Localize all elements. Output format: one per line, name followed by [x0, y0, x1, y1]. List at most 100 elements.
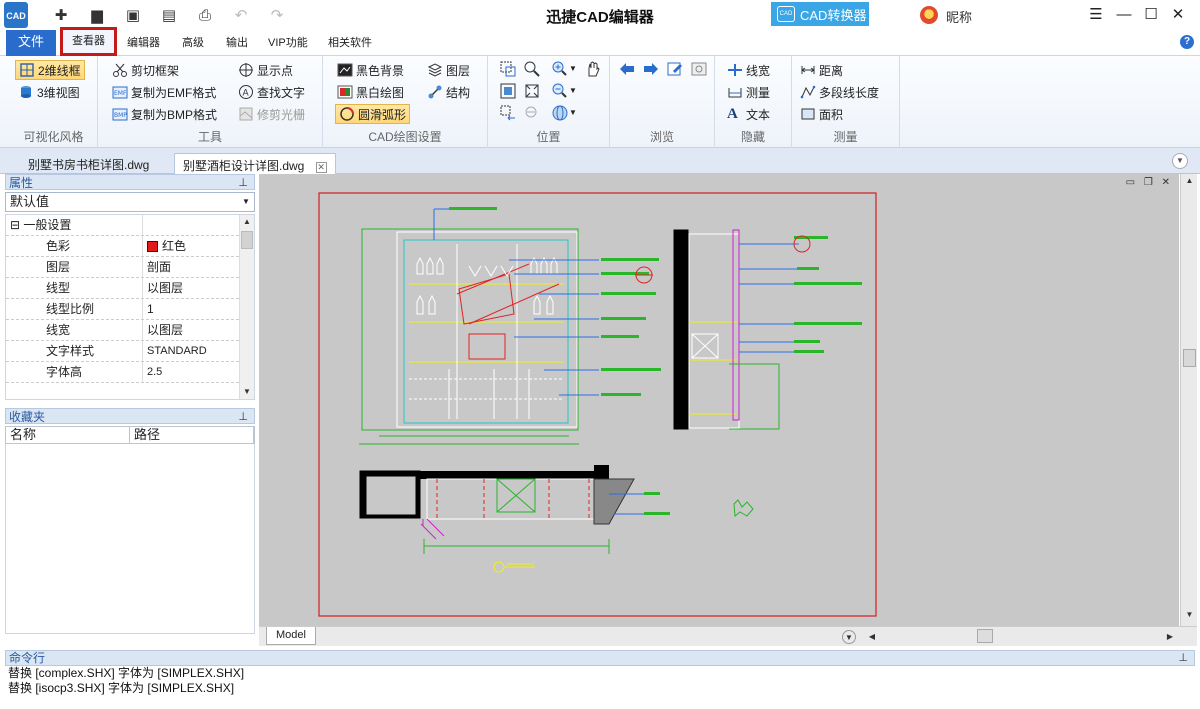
btn-2d-wireframe[interactable]: 2维线框: [15, 60, 85, 80]
undo-icon[interactable]: ↶: [232, 6, 250, 24]
help-icon[interactable]: ?: [1180, 35, 1194, 49]
pin-icon[interactable]: ⊥: [238, 409, 248, 425]
property-row-font-height[interactable]: 字体高 2.5: [6, 362, 254, 383]
btn-layers[interactable]: 图层: [427, 60, 470, 80]
pin-icon[interactable]: ⊥: [238, 175, 248, 191]
btn-copy-emf[interactable]: EMF 复制为EMF格式: [112, 82, 216, 102]
find-text-label: 查找文字: [257, 85, 306, 100]
property-row-color[interactable]: 色彩 红色: [6, 236, 254, 257]
tab-file[interactable]: 文件: [6, 30, 56, 56]
tab-vip[interactable]: VIP功能: [268, 34, 308, 50]
tab-list-dropdown-icon[interactable]: ▼: [1172, 153, 1188, 169]
user-avatar[interactable]: [920, 6, 938, 24]
zoom-out-dropdown-icon[interactable]: ▼: [569, 86, 577, 95]
distance-label: 距离: [819, 63, 844, 78]
btn-trim-raster[interactable]: 修剪光栅: [238, 104, 305, 124]
property-row-lineweight[interactable]: 线宽 以图层: [6, 320, 254, 341]
scroll-left-icon[interactable]: ◀: [865, 630, 879, 644]
scroll-down-icon[interactable]: ▼: [240, 385, 254, 399]
arrow-left-icon[interactable]: [618, 60, 636, 78]
btn-find-text[interactable]: A 查找文字: [238, 82, 305, 102]
tab-model[interactable]: Model: [266, 627, 316, 645]
property-row-layer[interactable]: 图层 剖面: [6, 257, 254, 278]
view-manager-icon[interactable]: [690, 60, 708, 78]
user-name[interactable]: 昵称: [946, 7, 972, 26]
btn-3d-view[interactable]: 3维视图: [18, 82, 80, 102]
tab-advanced[interactable]: 高级: [182, 34, 204, 50]
close-tab-icon[interactable]: ✕: [315, 162, 327, 173]
layout-dropdown-icon[interactable]: ▼: [842, 630, 856, 644]
favorites-list[interactable]: [5, 444, 255, 634]
btn-text[interactable]: A 文本: [727, 104, 770, 124]
btn-line-width[interactable]: 线宽: [727, 60, 770, 80]
tab-related-software[interactable]: 相关软件: [328, 34, 372, 50]
property-row-linetype-scale[interactable]: 线型比例 1: [6, 299, 254, 320]
pan-hand-icon[interactable]: [584, 60, 602, 78]
zoom-search-icon[interactable]: [523, 60, 541, 78]
property-row-linetype[interactable]: 线型 以图层: [6, 278, 254, 299]
favorites-col-name[interactable]: 名称: [6, 427, 130, 443]
arrow-right-icon[interactable]: [642, 60, 660, 78]
properties-scrollbar[interactable]: ▲ ▼: [239, 215, 254, 399]
print-icon[interactable]: ⎙: [196, 6, 214, 24]
close-button[interactable]: ✕: [1167, 4, 1189, 26]
zoom-window-icon[interactable]: [499, 60, 517, 78]
zoom-fit-icon[interactable]: [499, 82, 517, 100]
scroll-right-icon[interactable]: ▶: [1163, 630, 1177, 644]
redo-icon[interactable]: ↷: [268, 6, 286, 24]
btn-smooth-arc[interactable]: 圆滑弧形: [335, 104, 411, 124]
scroll-up-icon[interactable]: ▲: [240, 215, 254, 229]
properties-filter-select[interactable]: 默认值 ▼: [5, 192, 255, 212]
orbit-dropdown-icon[interactable]: ▼: [569, 108, 577, 117]
tab-editor[interactable]: 编辑器: [127, 34, 160, 50]
new-file-icon[interactable]: ✚: [52, 6, 70, 24]
doc-tab-wine-cabinet[interactable]: 别墅酒柜设计详图.dwg ✕: [174, 153, 336, 174]
collapse-icon[interactable]: ⊟: [10, 218, 20, 232]
tab-output[interactable]: 输出: [226, 34, 248, 50]
horizontal-scroll-thumb[interactable]: [977, 629, 993, 643]
zoom-previous-icon[interactable]: [499, 104, 517, 122]
btn-black-background[interactable]: 黑色背景: [337, 60, 404, 80]
zoom-realtime-icon[interactable]: [523, 104, 541, 122]
btn-show-points[interactable]: 显示点: [238, 60, 293, 80]
clip-frame-label: 剪切框架: [131, 63, 180, 78]
minimize-button[interactable]: —: [1113, 4, 1135, 26]
group-browse-label: 浏览: [649, 130, 674, 144]
scroll-down-icon[interactable]: ▼: [1183, 610, 1196, 624]
distance-icon: [801, 66, 815, 74]
orbit-globe-icon[interactable]: [551, 104, 569, 122]
group-tools: 剪切框架 EMF 复制为EMF格式 BMP 复制为BMP格式 显示点 A 查找文…: [98, 56, 323, 148]
tab-viewer[interactable]: 查看器: [60, 27, 117, 56]
btn-clip-frame[interactable]: 剪切框架: [112, 60, 179, 80]
cad-converter-button[interactable]: CAD CAD转换器: [771, 2, 869, 26]
btn-2d-label: 2维线框: [38, 63, 81, 78]
property-row-text-style[interactable]: 文字样式 STANDARD: [6, 341, 254, 362]
property-section[interactable]: ⊟ 一般设置: [6, 215, 254, 236]
btn-structure[interactable]: 结构: [427, 82, 470, 102]
btn-copy-bmp[interactable]: BMP 复制为BMP格式: [112, 104, 217, 124]
open-folder-icon[interactable]: ▆: [88, 6, 106, 24]
maximize-button[interactable]: ☐: [1140, 4, 1162, 26]
edit-view-icon[interactable]: [666, 60, 684, 78]
btn-polyline-length[interactable]: 多段线长度: [800, 82, 879, 102]
scroll-up-icon[interactable]: ▲: [1183, 176, 1196, 190]
vertical-scrollbar[interactable]: ▲ ▼: [1180, 174, 1197, 626]
btn-distance[interactable]: 距离: [800, 60, 843, 80]
save-icon[interactable]: ▣: [124, 6, 142, 24]
zoom-in-dropdown-icon[interactable]: ▼: [569, 64, 577, 73]
doc-tab-study-bookcase[interactable]: 别墅书房书柜详图.dwg: [20, 153, 157, 174]
scroll-thumb[interactable]: [1183, 349, 1196, 367]
btn-measure[interactable]: 测量: [727, 82, 770, 102]
btn-area[interactable]: 面积: [800, 104, 843, 124]
menu-icon[interactable]: ☰: [1085, 4, 1107, 26]
drawing-canvas[interactable]: ▭ ❐ ✕: [259, 174, 1179, 626]
btn-bw-drawing[interactable]: 黑白绘图: [337, 82, 404, 102]
doc-tab-label: 别墅酒柜设计详图.dwg: [183, 159, 305, 173]
export-pdf-icon[interactable]: ▤: [160, 6, 178, 24]
zoom-extents-icon[interactable]: [523, 82, 541, 100]
pin-icon[interactable]: ⊥: [1178, 651, 1188, 665]
zoom-out-icon[interactable]: [551, 82, 569, 100]
scroll-thumb[interactable]: [241, 231, 253, 249]
zoom-in-icon[interactable]: [551, 60, 569, 78]
favorites-col-path[interactable]: 路径: [130, 427, 254, 443]
